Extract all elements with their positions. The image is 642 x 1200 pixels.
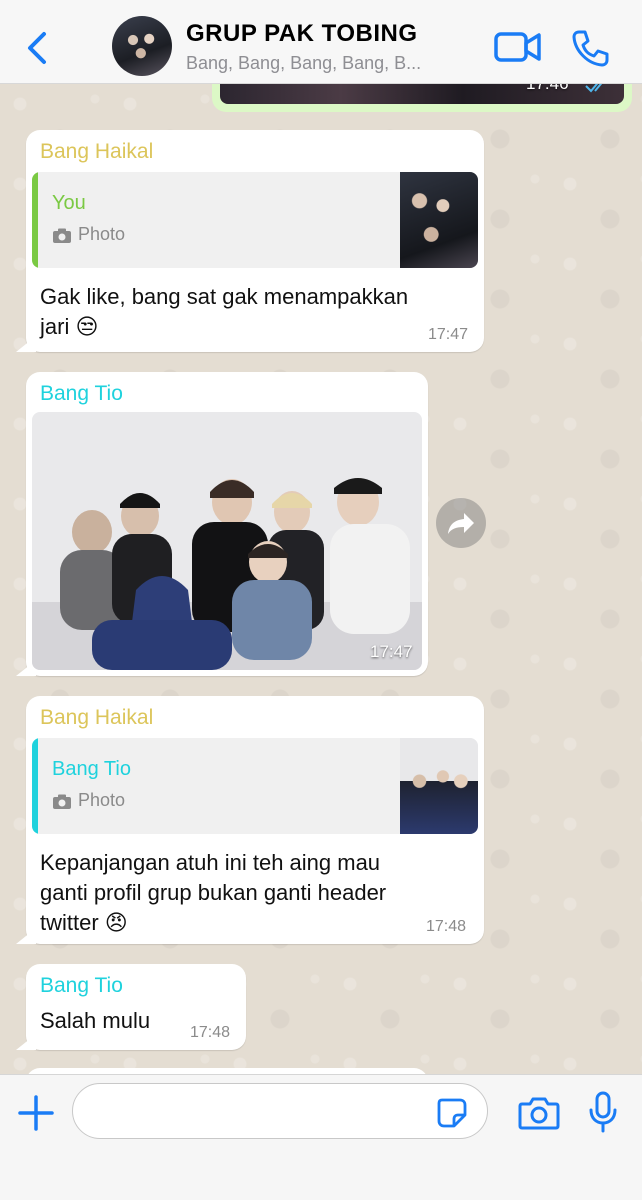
forward-button[interactable] bbox=[436, 498, 486, 548]
group-avatar[interactable] bbox=[112, 16, 172, 76]
group-photo-image bbox=[32, 412, 422, 670]
message-time: 17:46 bbox=[526, 84, 569, 94]
message-text-line: jari 😒 bbox=[40, 314, 99, 339]
chevron-left-icon bbox=[28, 32, 46, 64]
quote-bar bbox=[32, 172, 38, 268]
message-time: 17:47 bbox=[370, 642, 413, 661]
group-title[interactable]: GRUP PAK TOBING bbox=[186, 20, 418, 48]
quote-thumbnail bbox=[400, 738, 478, 834]
sender-name[interactable]: Bang Haikal bbox=[40, 140, 153, 164]
read-checkmarks-icon bbox=[585, 84, 603, 93]
quote-sender: Bang Tio bbox=[52, 758, 131, 780]
quote-type: Photo bbox=[78, 790, 126, 810]
message-text-line: Kepanjangan atuh ini teh aing mau bbox=[40, 850, 381, 875]
forward-arrow-icon bbox=[448, 513, 474, 534]
microphone-icon bbox=[589, 1091, 617, 1133]
incoming-photo-message[interactable]: Bang Tio 17:47 bbox=[26, 372, 428, 676]
sender-name[interactable]: Bang Tio bbox=[40, 974, 123, 998]
message-time: 17:48 bbox=[426, 918, 467, 935]
chat-background: 17:46 Bang Haikal You Photo Gak like, ba… bbox=[0, 84, 642, 1074]
message-time: 17:48 bbox=[190, 1024, 231, 1041]
message-text-line: Gak like, bang sat gak menampakkan bbox=[40, 284, 409, 309]
camera-button[interactable] bbox=[518, 1095, 560, 1131]
message-text-line: twitter 😠 bbox=[40, 910, 128, 935]
sender-name[interactable]: Bang Tio bbox=[40, 382, 123, 406]
voice-call-button[interactable] bbox=[570, 28, 610, 68]
incoming-message[interactable]: Bang Haikal You Photo Gak like, bang sat… bbox=[26, 130, 484, 352]
chat-photo[interactable]: 17:47 bbox=[32, 412, 422, 670]
video-camera-icon bbox=[494, 32, 541, 62]
outgoing-photo-message[interactable]: 17:46 bbox=[212, 84, 632, 112]
quote-type: Photo bbox=[78, 224, 126, 244]
group-members[interactable]: Bang, Bang, Bang, Bang, B... bbox=[186, 53, 476, 74]
quote-sender: You bbox=[52, 192, 86, 214]
quoted-message[interactable]: You Photo bbox=[32, 172, 478, 268]
message-input[interactable] bbox=[72, 1083, 488, 1139]
video-call-button[interactable] bbox=[494, 30, 542, 64]
chat-header: GRUP PAK TOBING Bang, Bang, Bang, Bang, … bbox=[0, 0, 642, 84]
sticker-button[interactable] bbox=[436, 1097, 468, 1129]
attach-button[interactable] bbox=[18, 1095, 54, 1131]
quote-thumbnail bbox=[400, 172, 478, 268]
back-button[interactable] bbox=[22, 28, 52, 68]
incoming-message[interactable]: Bang Haikal Bang Tio Photo Kepanjangan a… bbox=[26, 696, 484, 944]
message-time: 17:47 bbox=[428, 326, 469, 343]
message-input-bar bbox=[0, 1074, 642, 1200]
microphone-button[interactable] bbox=[588, 1091, 618, 1133]
camera-small-icon bbox=[53, 794, 71, 809]
plus-icon bbox=[18, 1095, 54, 1131]
message-text-line: ganti profil grup bukan ganti header bbox=[40, 880, 387, 905]
camera-small-icon bbox=[53, 228, 71, 243]
message-text: Salah mulu bbox=[40, 1008, 151, 1033]
incoming-message[interactable]: Bang Tio Salah mulu 17:48 bbox=[26, 964, 246, 1050]
quoted-message[interactable]: Bang Tio Photo bbox=[32, 738, 478, 834]
quote-bar bbox=[32, 738, 38, 834]
camera-icon bbox=[518, 1097, 560, 1130]
phone-icon bbox=[572, 30, 609, 67]
sticker-icon bbox=[437, 1098, 467, 1128]
sender-name[interactable]: Bang Haikal bbox=[40, 706, 153, 730]
